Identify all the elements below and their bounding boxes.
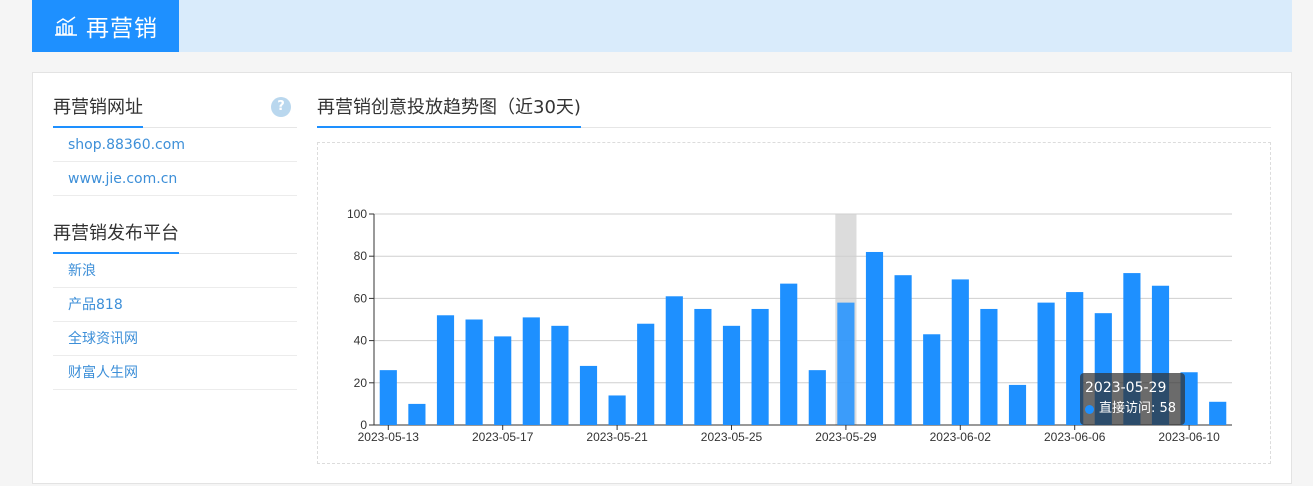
header-bar: 再营销 <box>32 0 1292 52</box>
help-icon[interactable]: ? <box>271 97 291 117</box>
bar <box>637 323 655 425</box>
chart-section: 再营销创意投放趋势图（近30天) <box>317 93 1271 128</box>
bar <box>894 275 912 425</box>
bar <box>379 370 397 425</box>
x-tick-label: 2023-06-10 <box>1158 430 1220 444</box>
tooltip-separator: : <box>1151 401 1160 416</box>
x-tick-label: 2023-05-13 <box>358 430 420 444</box>
bar <box>522 317 540 425</box>
x-tick-label: 2023-06-02 <box>930 430 992 444</box>
platform-link[interactable]: 新浪 <box>53 254 297 288</box>
bar <box>494 336 512 425</box>
tooltip-row: 直接访问: 58 <box>1085 399 1180 419</box>
bar <box>1209 401 1227 425</box>
y-tick-label: 20 <box>354 376 368 390</box>
platforms-section-title: 再营销发布平台 <box>53 219 179 254</box>
bar <box>579 365 598 425</box>
platform-link[interactable]: 产品818 <box>53 288 297 322</box>
bar <box>1008 384 1027 425</box>
bar <box>1037 302 1055 425</box>
x-tick-label: 2023-05-21 <box>586 430 648 444</box>
tooltip-value: 58 <box>1159 401 1177 416</box>
bar <box>808 370 826 425</box>
bar <box>436 315 455 425</box>
page-title: 再营销 <box>86 16 158 42</box>
urls-section-title: 再营销网址 <box>53 93 143 128</box>
main-panel: 再营销网址 ? shop.88360.com www.jie.com.cn 再营… <box>32 72 1292 484</box>
platform-link[interactable]: 全球资讯网 <box>53 322 297 356</box>
chart-title: 再营销创意投放趋势图（近30天) <box>317 93 581 128</box>
x-tick-label: 2023-05-17 <box>472 430 534 444</box>
bar <box>751 308 769 425</box>
url-list: shop.88360.com www.jie.com.cn <box>53 128 297 196</box>
header-tab[interactable]: 再营销 <box>32 0 179 52</box>
bar <box>408 403 426 425</box>
bar <box>980 308 998 425</box>
bar <box>865 251 884 425</box>
bar <box>951 279 969 425</box>
y-tick-label: 80 <box>354 249 368 263</box>
x-tick-label: 2023-05-25 <box>701 430 763 444</box>
urls-section-header: 再营销网址 ? <box>53 93 297 128</box>
tooltip-series-label: 直接访问 <box>1099 401 1152 416</box>
platforms-section-header: 再营销发布平台 <box>53 219 297 254</box>
sidebar: 再营销网址 ? shop.88360.com www.jie.com.cn 再营… <box>53 93 297 390</box>
chart-section-header: 再营销创意投放趋势图（近30天) <box>317 93 1271 128</box>
y-tick-label: 100 <box>347 207 367 221</box>
series-dot-icon <box>1085 404 1094 414</box>
bar <box>694 308 712 425</box>
bar <box>837 302 855 425</box>
x-tick-label: 2023-05-29 <box>815 430 877 444</box>
platform-list: 新浪 产品818 全球资讯网 财富人生网 <box>53 254 297 390</box>
url-link[interactable]: shop.88360.com <box>53 128 297 162</box>
bar <box>923 334 941 425</box>
chart-container: 0 20 40 60 80 100 2023-05-13 2023-05-17 2023-05-… <box>317 142 1271 464</box>
tooltip-date: 2023-05-29 <box>1085 380 1167 396</box>
bar <box>551 325 569 425</box>
chart-tooltip: 2023-05-29 直接访问: 58 <box>1080 373 1185 425</box>
y-tick-label: 40 <box>354 334 368 348</box>
platform-link[interactable]: 财富人生网 <box>53 356 297 390</box>
y-tick-label: 60 <box>354 291 368 305</box>
url-link[interactable]: www.jie.com.cn <box>53 162 297 196</box>
bar <box>780 283 798 425</box>
bar <box>665 296 683 425</box>
x-tick-label: 2023-06-06 <box>1044 430 1106 444</box>
bar <box>608 395 626 425</box>
bar <box>465 319 483 425</box>
chart-icon <box>55 16 77 36</box>
bar <box>722 325 741 425</box>
